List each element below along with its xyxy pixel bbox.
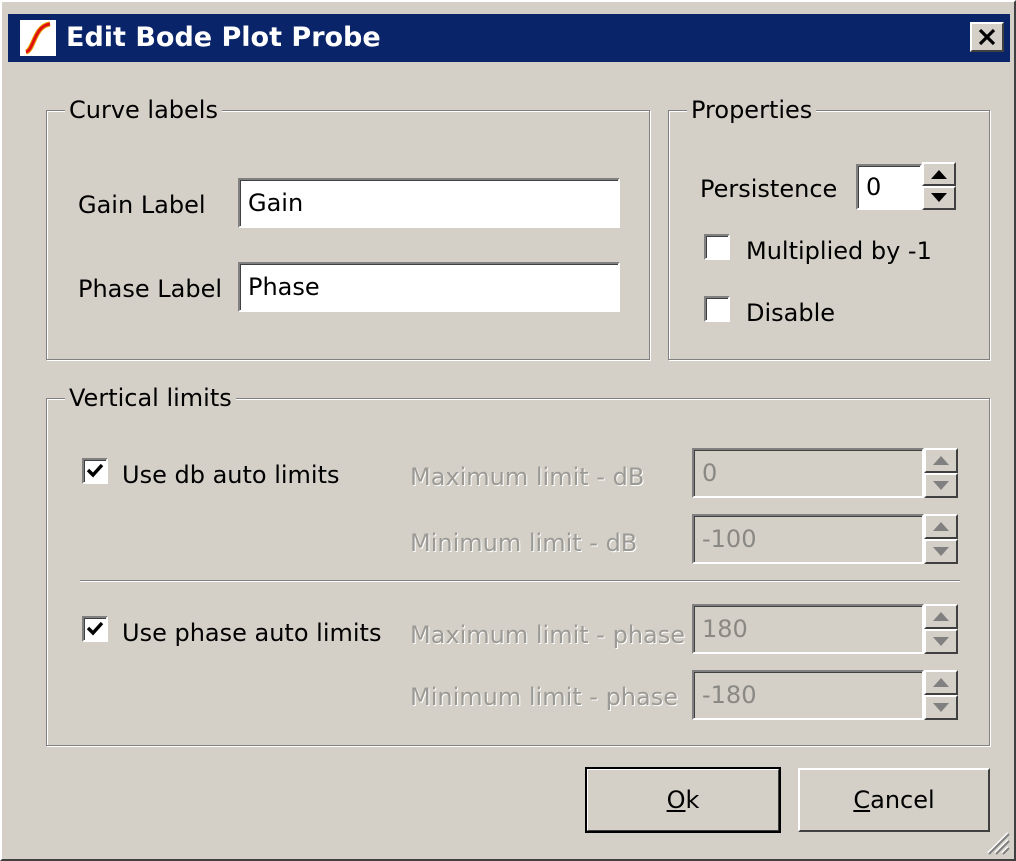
arrow-down-icon	[933, 481, 949, 490]
arrow-down-icon	[933, 703, 949, 712]
phase-auto-limits-checkbox[interactable]	[82, 616, 108, 642]
spin-down-button[interactable]	[924, 629, 958, 654]
persistence-input[interactable]: 0	[856, 164, 922, 210]
arrow-up-icon	[933, 456, 949, 465]
title-bar[interactable]: Edit Bode Plot Probe	[8, 14, 1010, 62]
multiplied-checkbox[interactable]	[704, 234, 730, 260]
gain-label: Gain Label	[78, 191, 206, 219]
spin-up-button[interactable]	[924, 604, 958, 629]
edit-bode-plot-probe-dialog: Edit Bode Plot Probe Curve labels Gain L…	[0, 0, 1016, 861]
persistence-label: Persistence	[700, 175, 838, 203]
persistence-spinner[interactable]	[922, 162, 956, 210]
gain-label-input[interactable]: Gain	[238, 178, 620, 228]
cancel-button[interactable]: Cancel	[798, 768, 990, 832]
min-phase-input[interactable]: -180	[692, 670, 924, 720]
curve-labels-group: Curve labels	[46, 94, 650, 360]
max-db-spinner[interactable]	[924, 448, 958, 498]
max-db-input[interactable]: 0	[692, 448, 924, 498]
min-phase-spinner[interactable]	[924, 670, 958, 720]
min-db-spinner[interactable]	[924, 514, 958, 564]
min-phase-label: Minimum limit - phase	[410, 683, 678, 711]
max-phase-label: Maximum limit - phase	[410, 621, 686, 649]
max-phase-spinner[interactable]	[924, 604, 958, 654]
arrow-down-icon	[933, 637, 949, 646]
checkmark-icon	[86, 463, 104, 478]
arrow-up-icon	[933, 678, 949, 687]
limits-separator	[80, 580, 960, 582]
ok-label-rest: k	[685, 786, 700, 814]
spin-down-button[interactable]	[922, 186, 956, 210]
spin-up-button[interactable]	[924, 448, 958, 473]
phase-label: Phase Label	[78, 275, 223, 303]
ok-button[interactable]: Ok	[585, 767, 781, 833]
spin-down-button[interactable]	[924, 539, 958, 564]
min-db-label: Minimum limit - dB	[410, 529, 638, 557]
curve-labels-legend: Curve labels	[65, 94, 222, 126]
ok-button-label: Ok	[667, 786, 700, 814]
disable-checkbox[interactable]	[704, 296, 730, 322]
properties-legend: Properties	[687, 94, 817, 126]
db-auto-limits-label[interactable]: Use db auto limits	[122, 460, 340, 490]
ok-mnemonic: O	[666, 786, 686, 814]
resize-grip-icon[interactable]	[982, 827, 1010, 855]
db-auto-limits-checkbox[interactable]	[82, 458, 108, 484]
spin-down-button[interactable]	[924, 695, 958, 720]
checkmark-icon	[86, 621, 104, 636]
spin-up-button[interactable]	[924, 670, 958, 695]
cancel-button-label: Cancel	[853, 786, 934, 814]
arrow-up-icon	[931, 170, 947, 179]
app-logo-icon	[20, 20, 56, 56]
spin-up-button[interactable]	[922, 162, 956, 186]
cancel-label-rest: ancel	[870, 786, 935, 814]
arrow-down-icon	[931, 193, 947, 202]
arrow-up-icon	[933, 612, 949, 621]
arrow-down-icon	[933, 547, 949, 556]
close-button[interactable]	[970, 22, 1004, 52]
max-db-label: Maximum limit - dB	[410, 463, 645, 491]
max-phase-input[interactable]: 180	[692, 604, 924, 654]
vertical-limits-legend: Vertical limits	[65, 382, 236, 414]
window-title: Edit Bode Plot Probe	[66, 22, 381, 53]
disable-label[interactable]: Disable	[746, 298, 835, 328]
close-icon	[978, 28, 996, 46]
arrow-up-icon	[933, 522, 949, 531]
phase-auto-limits-label[interactable]: Use phase auto limits	[122, 618, 381, 648]
multiplied-label[interactable]: Multiplied by -1	[746, 236, 932, 266]
phase-label-input[interactable]: Phase	[238, 262, 620, 312]
min-db-input[interactable]: -100	[692, 514, 924, 564]
spin-up-button[interactable]	[924, 514, 958, 539]
spin-down-button[interactable]	[924, 473, 958, 498]
cancel-mnemonic: C	[853, 786, 871, 814]
